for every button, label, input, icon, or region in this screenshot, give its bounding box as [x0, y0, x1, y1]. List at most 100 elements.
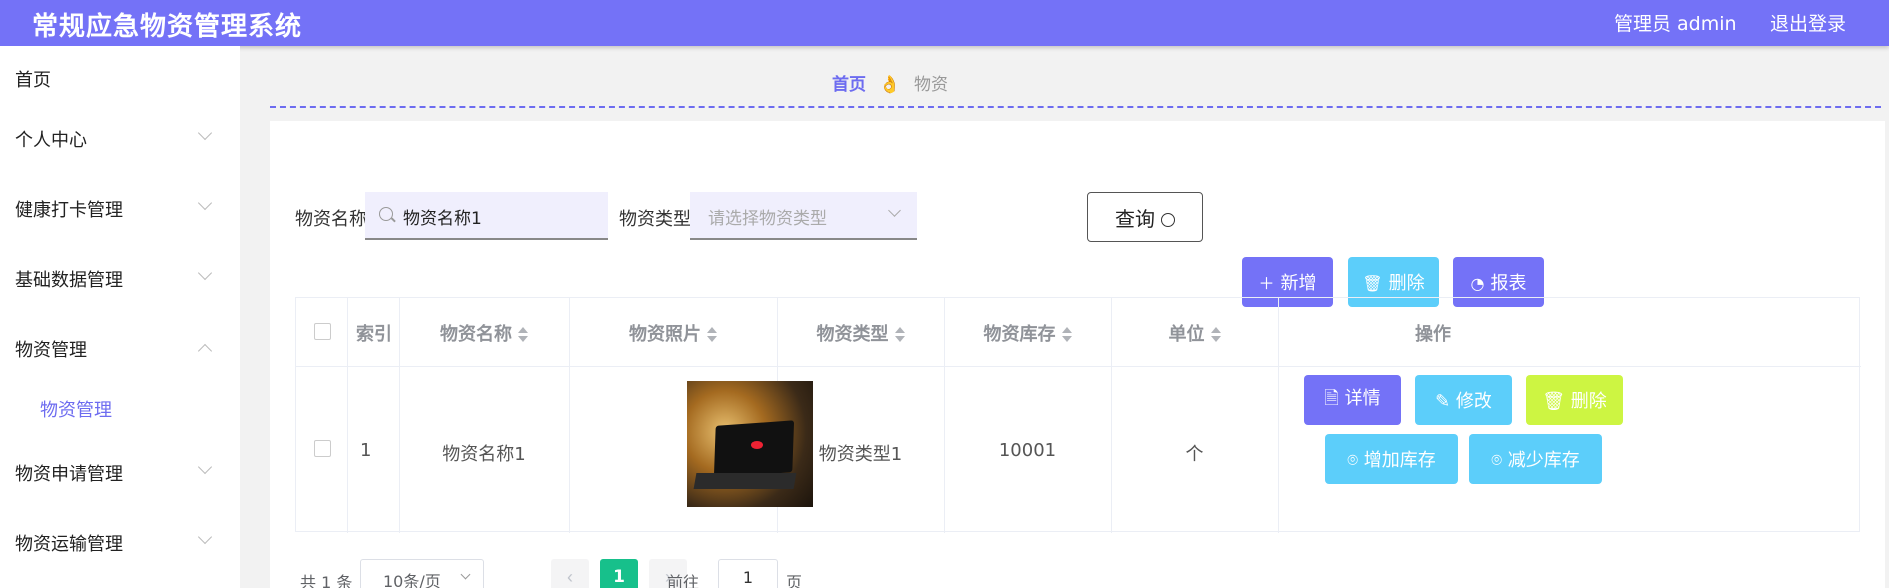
location-pin-icon: ⌾ — [1347, 450, 1359, 471]
column-header-stock[interactable]: 物资库存 — [944, 320, 1111, 346]
sort-icon[interactable] — [1061, 327, 1072, 343]
page-jump-input[interactable] — [718, 559, 778, 588]
detail-button[interactable]: 🗎 详情 — [1304, 375, 1401, 425]
column-header-type[interactable]: 物资类型 — [777, 320, 944, 346]
type-select-placeholder: 请选择物资类型 — [708, 209, 827, 229]
sidebar-item-label: 物资运输管理 — [15, 534, 123, 555]
goto-label: 前往 — [667, 573, 700, 588]
sort-icon[interactable] — [1210, 327, 1221, 343]
column-header-index: 索引 — [356, 324, 392, 345]
chevron-up-icon — [197, 343, 213, 359]
column-header-label: 物资照片 — [629, 324, 701, 345]
name-search-label: 物资名称 — [295, 209, 367, 230]
column-header-photo[interactable]: 物资照片 — [569, 320, 777, 346]
sidebar-item-label: 物资管理 — [40, 400, 112, 421]
document-icon: 🗎 — [1324, 388, 1339, 409]
pie-chart-icon: ◔ — [1470, 274, 1485, 293]
sort-icon[interactable] — [518, 327, 528, 343]
materials-table: 索引 物资名称 物资照片 物资类型 物资库存 单位 操作 1 物资名称1 物资类… — [295, 297, 1861, 533]
cell-type: 物资类型1 — [818, 444, 903, 465]
chevron-left-icon: ‹ — [567, 566, 573, 587]
query-button[interactable]: 查询 — [1087, 192, 1203, 242]
breadcrumb-current: 物资 — [913, 75, 948, 95]
column-header-actions: 操作 — [1415, 324, 1451, 345]
sidebar-item-base-data[interactable]: 基础数据管理 — [0, 254, 240, 304]
name-search-value: 物资名称1 — [403, 209, 482, 229]
column-header-unit[interactable]: 单位 — [1111, 320, 1278, 346]
chevron-down-icon — [460, 569, 471, 580]
query-button-label: 查询 — [1115, 206, 1155, 231]
reduce-stock-label: 减少库存 — [1507, 450, 1580, 471]
chevron-down-icon — [197, 459, 213, 475]
sidebar-item-personal-center[interactable]: 个人中心 — [0, 114, 240, 164]
cell-unit: 个 — [1185, 444, 1204, 465]
chevron-down-icon — [197, 529, 213, 545]
detail-button-label: 详情 — [1344, 388, 1381, 409]
sort-icon[interactable] — [894, 327, 905, 343]
sidebar-subitem-materials[interactable]: 物资管理 — [0, 384, 240, 434]
row-checkbox[interactable] — [314, 440, 331, 457]
sidebar-item-material-requests[interactable]: 物资申请管理 — [0, 448, 240, 498]
laptop-base — [693, 473, 797, 489]
trash-icon: 🗑 — [1542, 391, 1566, 412]
cell-stock: 10001 — [998, 440, 1057, 461]
pencil-icon: ✎ — [1435, 391, 1451, 412]
column-header-label: 物资名称 — [440, 324, 512, 345]
column-header-name[interactable]: 物资名称 — [399, 320, 569, 346]
top-header: 常规应急物资管理系统 管理员 admin 退出登录 — [0, 0, 1889, 46]
sidebar-item-home[interactable]: 首页 — [0, 54, 240, 104]
type-search-label: 物资类型 — [619, 209, 691, 230]
type-select[interactable]: 请选择物资类型 — [690, 192, 917, 240]
pagination-total: 共 1 条 — [300, 573, 353, 588]
content-panel: 物资名称 物资名称1 物资类型 请选择物资类型 查询 ＋新增 🗑删除 ◔报表 — [270, 121, 1885, 588]
edit-button-label: 修改 — [1455, 391, 1492, 412]
sidebar-item-label: 基础数据管理 — [15, 270, 123, 291]
sidebar-item-label: 健康打卡管理 — [15, 200, 123, 221]
sidebar-item-label: 首页 — [15, 70, 51, 91]
reduce-stock-button[interactable]: ⌾ 减少库存 — [1469, 434, 1602, 484]
edit-button[interactable]: ✎ 修改 — [1415, 375, 1512, 425]
column-header-label: 单位 — [1168, 324, 1205, 345]
column-header-label: 物资库存 — [983, 324, 1056, 345]
app-title: 常规应急物资管理系统 — [32, 12, 303, 42]
sidebar-item-label: 物资管理 — [15, 340, 87, 361]
search-icon — [1161, 213, 1175, 227]
sort-icon[interactable] — [707, 327, 717, 343]
delete-button[interactable]: 🗑 删除 — [1526, 375, 1623, 425]
add-button-label: 新增 — [1280, 273, 1317, 294]
sidebar-item-materials[interactable]: 物资管理 — [0, 324, 240, 374]
logout-link[interactable]: 退出登录 — [1770, 9, 1846, 36]
prev-page-button[interactable]: ‹ — [551, 559, 589, 588]
cell-index: 1 — [360, 440, 372, 461]
select-all-checkbox[interactable] — [314, 323, 331, 340]
plus-icon: ＋ — [1258, 274, 1275, 293]
divider — [270, 106, 1881, 108]
search-icon — [379, 207, 393, 221]
page-size-select[interactable]: 10条/页 — [360, 559, 484, 588]
ok-hand-icon: 👌 — [879, 75, 901, 95]
sidebar-item-label: 物资申请管理 — [15, 464, 123, 485]
trash-icon: 🗑 — [1362, 274, 1383, 293]
batch-delete-label: 删除 — [1388, 273, 1425, 294]
current-user-label: 管理员 admin — [1614, 13, 1737, 35]
page-size-value: 10条/页 — [383, 572, 441, 588]
report-button-label: 报表 — [1490, 273, 1527, 294]
chevron-down-icon — [888, 204, 901, 217]
breadcrumb: 首页 👌 物资 — [832, 70, 948, 95]
page-number-button[interactable]: 1 — [600, 559, 638, 588]
chevron-down-icon — [197, 125, 213, 141]
logo-glow — [751, 441, 763, 449]
cell-name: 物资名称1 — [442, 444, 526, 465]
location-pin-icon: ⌾ — [1491, 450, 1503, 471]
main-content: 首页 👌 物资 物资名称 物资名称1 物资类型 请选择物资类型 查询 ＋新增 🗑… — [240, 46, 1889, 588]
sidebar-item-material-transport[interactable]: 物资运输管理 — [0, 518, 240, 568]
breadcrumb-home[interactable]: 首页 — [832, 75, 866, 95]
delete-button-label: 删除 — [1570, 391, 1607, 412]
chevron-down-icon — [197, 195, 213, 211]
name-search-input[interactable]: 物资名称1 — [365, 192, 608, 240]
chevron-down-icon — [197, 265, 213, 281]
add-stock-button[interactable]: ⌾ 增加库存 — [1325, 434, 1458, 484]
sidebar-item-health-checkin[interactable]: 健康打卡管理 — [0, 184, 240, 234]
sidebar-item-label: 个人中心 — [15, 130, 87, 151]
add-stock-label: 增加库存 — [1363, 450, 1436, 471]
